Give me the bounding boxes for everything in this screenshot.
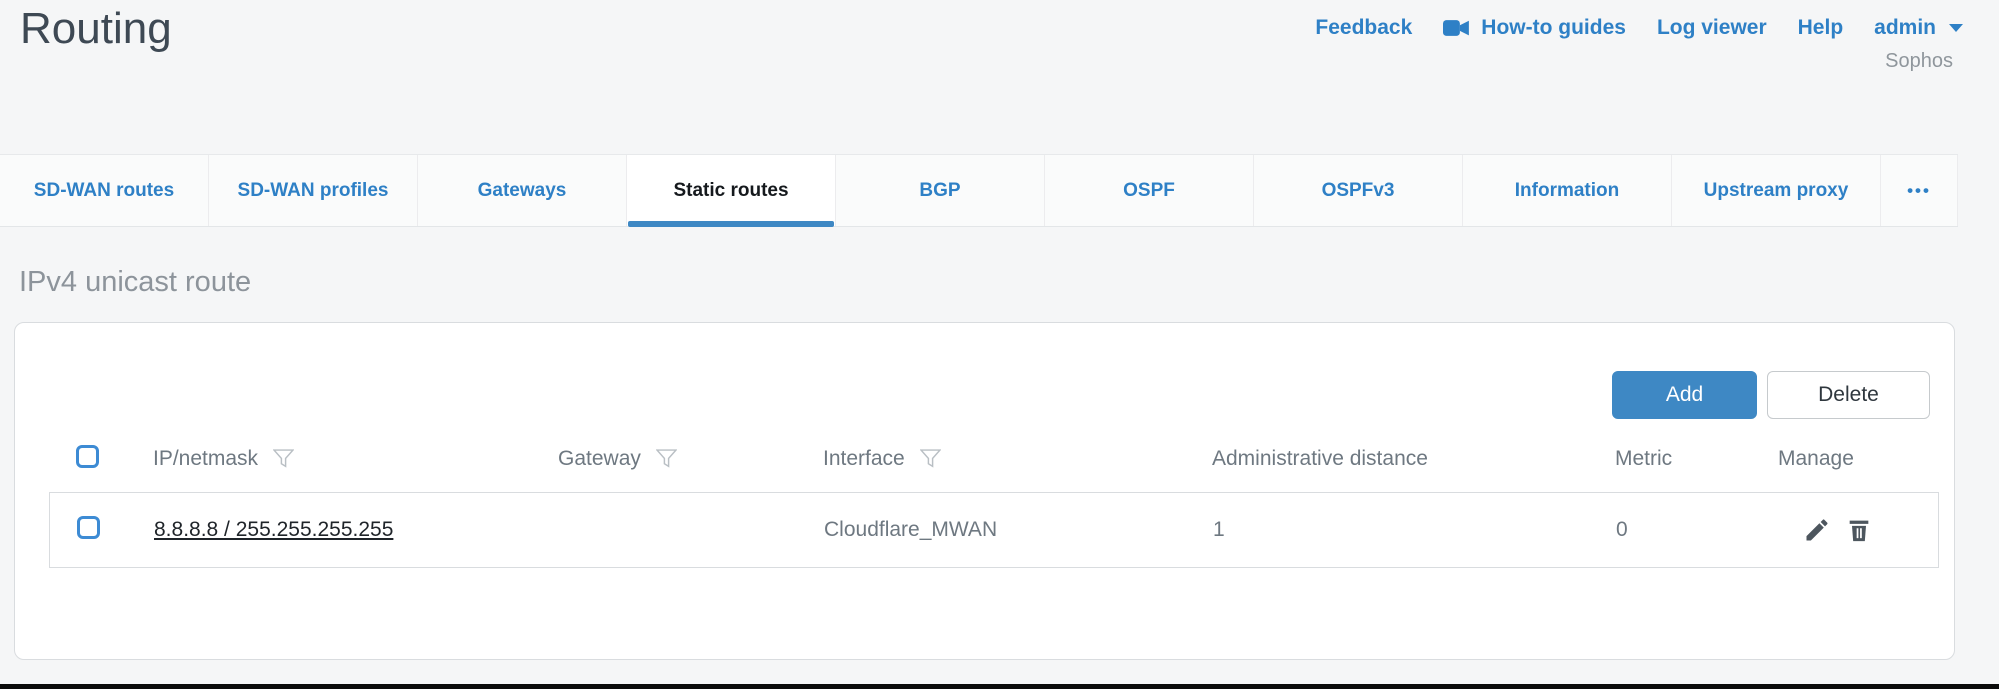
toolbar: Add Delete	[1612, 371, 1930, 419]
select-all-checkbox[interactable]	[76, 445, 99, 468]
howto-guides-link[interactable]: How-to guides	[1443, 16, 1626, 40]
edit-icon[interactable]	[1803, 516, 1831, 544]
section-heading: IPv4 unicast route	[19, 266, 251, 299]
bottom-edge-bar	[0, 684, 1999, 689]
help-link[interactable]: Help	[1798, 16, 1844, 40]
feedback-link[interactable]: Feedback	[1315, 16, 1412, 40]
tab-ospfv3[interactable]: OSPFv3	[1254, 155, 1463, 226]
filter-icon[interactable]	[656, 448, 677, 471]
admin-label: admin	[1874, 16, 1936, 40]
manage-cell	[1779, 516, 1938, 544]
filter-icon[interactable]	[273, 448, 294, 471]
video-camera-icon	[1443, 19, 1470, 37]
howto-guides-label: How-to guides	[1481, 16, 1626, 40]
tab-bgp[interactable]: BGP	[836, 155, 1045, 226]
delete-row-icon[interactable]	[1845, 516, 1873, 544]
col-header-metric: Metric	[1615, 447, 1778, 471]
page-title: Routing	[20, 4, 172, 54]
table-row: 8.8.8.8 / 255.255.255.255 Cloudflare_MWA…	[49, 492, 1939, 568]
tab-static-routes[interactable]: Static routes	[627, 155, 836, 226]
tab-ospf[interactable]: OSPF	[1045, 155, 1254, 226]
col-header-manage: Manage	[1778, 447, 1939, 471]
brand-label: Sophos	[1885, 50, 1953, 73]
top-nav: Feedback How-to guides Log viewer Help a…	[1315, 16, 1963, 40]
tab-sd-wan-profiles[interactable]: SD-WAN profiles	[209, 155, 418, 226]
admin-menu[interactable]: admin	[1874, 16, 1963, 40]
route-ip-netmask-link[interactable]: 8.8.8.8 / 255.255.255.255	[154, 518, 393, 541]
tab-bar: SD-WAN routes SD-WAN profiles Gateways S…	[0, 154, 1958, 227]
route-admin-distance: 1	[1213, 518, 1616, 542]
routes-card: Add Delete IP/netmask Gateway Interface	[14, 322, 1955, 660]
row-checkbox[interactable]	[77, 516, 100, 539]
tab-upstream-proxy[interactable]: Upstream proxy	[1672, 155, 1881, 226]
tab-overflow-button[interactable]: •••	[1881, 155, 1958, 226]
log-viewer-link[interactable]: Log viewer	[1657, 16, 1767, 40]
col-header-gateway: Gateway	[558, 447, 641, 471]
table-header: IP/netmask Gateway Interface Administrat…	[49, 436, 1939, 482]
col-header-ip-netmask: IP/netmask	[153, 447, 258, 471]
delete-button[interactable]: Delete	[1767, 371, 1930, 419]
col-header-interface: Interface	[823, 447, 905, 471]
add-button[interactable]: Add	[1612, 371, 1757, 419]
tab-information[interactable]: Information	[1463, 155, 1672, 226]
col-header-admin-distance: Administrative distance	[1212, 447, 1615, 471]
tab-sd-wan-routes[interactable]: SD-WAN routes	[0, 155, 209, 226]
filter-icon[interactable]	[920, 448, 941, 471]
chevron-down-icon	[1949, 24, 1963, 32]
route-metric: 0	[1616, 518, 1779, 542]
route-interface: Cloudflare_MWAN	[824, 518, 1213, 542]
routing-page: Routing Feedback How-to guides Log viewe…	[0, 0, 1999, 689]
tab-gateways[interactable]: Gateways	[418, 155, 627, 226]
